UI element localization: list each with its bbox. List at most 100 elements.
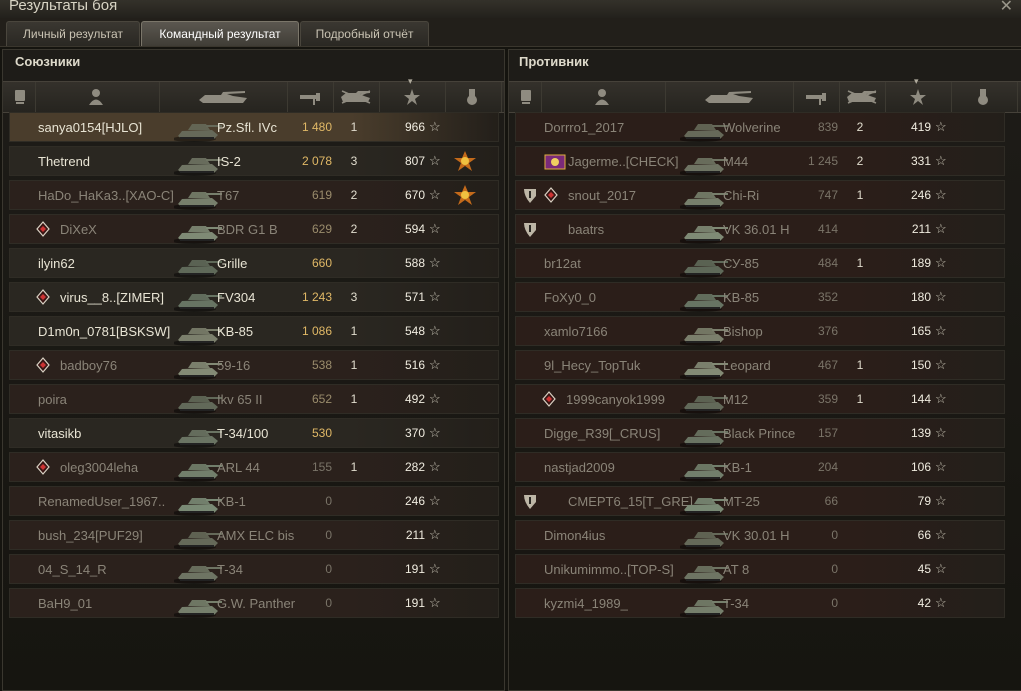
xp-value: 211 [911, 222, 931, 236]
enemy-player-row[interactable]: FoXy0_0 KB-85 352 180 ☆ [515, 282, 1005, 312]
medal-icon [467, 89, 477, 105]
platoon-header[interactable] [7, 82, 36, 112]
tank-silhouette [172, 124, 222, 142]
medal-icon [978, 89, 988, 105]
enemy-player-row[interactable]: snout_2017 Chi-Ri 747 1 246 ☆ [515, 180, 1005, 210]
enemy-player-row[interactable]: 9l_Hecy_TopTuk Leopard 467 1 150 ☆ [515, 350, 1005, 380]
table-header: ▾ [509, 76, 1021, 113]
ally-player-row[interactable]: D1m0n_0781[BSKSW] KB-85 1 086 1 548 ☆ [9, 316, 499, 346]
xp-value: 66 [917, 528, 931, 542]
damage-value: 619 [311, 188, 332, 202]
star-icon: ☆ [429, 187, 441, 202]
ally-player-row[interactable]: HaDo_HaKa3..[XAO-C] T67 619 2 670 ☆ [9, 180, 499, 210]
window-titlebar: Результаты боя ✕ [0, 0, 1021, 18]
xp-value: 594 [404, 222, 425, 236]
enemy-player-row[interactable]: Dimon4ius VK 30.01 H 0 66 ☆ [515, 520, 1005, 550]
tank-silhouette [678, 260, 728, 278]
player-header[interactable] [35, 82, 160, 112]
damage-value: 0 [325, 596, 332, 610]
vehicle-name: Grille [217, 256, 248, 271]
player-icon [595, 89, 609, 105]
tank-silhouette [172, 158, 222, 176]
enemy-player-row[interactable]: Unikumimmo..[TOP-S] AT 8 0 45 ☆ [515, 554, 1005, 584]
diamond-glyph [36, 357, 50, 373]
frags-header[interactable] [839, 82, 886, 112]
vehicle-name: T-34/100 [217, 426, 269, 441]
damage-header[interactable] [287, 82, 334, 112]
close-icon[interactable]: ✕ [1000, 0, 1013, 16]
tank-silhouette [678, 124, 728, 142]
enemy-player-row[interactable]: baatrs VK 36.01 H 414 211 ☆ [515, 214, 1005, 244]
tab-detailed-report[interactable]: Подробный отчёт [300, 21, 429, 46]
star-icon: ☆ [429, 595, 441, 610]
enemy-player-row[interactable]: Dorrro1_2017 Wolverine 839 2 419 ☆ [515, 112, 1005, 142]
platoon-header[interactable] [513, 82, 542, 112]
enemy-player-row[interactable]: nastjad2009 KB-1 204 106 ☆ [515, 452, 1005, 482]
tab-team-result[interactable]: Командный результат [141, 21, 299, 46]
damage-header[interactable] [793, 82, 840, 112]
star-icon: ☆ [935, 595, 947, 610]
enemy-player-row[interactable]: kyzmi4_1989_ T-34 0 42 ☆ [515, 588, 1005, 618]
ally-player-row[interactable]: sanya0154[HJLO] Pz.Sfl. IVc 1 480 1 966 ☆ [9, 112, 499, 142]
xp-header[interactable]: ▾ [885, 76, 952, 112]
vehicle-icon [172, 284, 222, 312]
player-name: snout_2017 [568, 188, 636, 203]
diamond-glyph [544, 187, 558, 203]
clan-emblem-glyph [544, 154, 566, 170]
damage-value: 0 [831, 596, 838, 610]
vehicle-icon [678, 352, 728, 380]
player-name: HaDo_HaKa3..[XAO-C] [38, 188, 174, 203]
enemy-player-row[interactable]: 1999canyok1999 M12 359 1 144 ☆ [515, 384, 1005, 414]
frags-header[interactable] [333, 82, 380, 112]
vehicle-name: M44 [723, 154, 749, 169]
vehicle-header[interactable] [159, 82, 288, 112]
enemy-player-row[interactable]: CMEPT6_15[T_GRE] MT-25 66 79 ☆ [515, 486, 1005, 516]
vehicle-icon [678, 250, 728, 278]
ally-player-row[interactable]: Thetrend IS-2 2 078 3 807 ☆ [9, 146, 499, 176]
star-icon: ☆ [429, 357, 441, 372]
vehicle-name: BDR G1 B [217, 222, 278, 237]
vehicle-icon [678, 420, 728, 448]
tab-personal-result[interactable]: Личный результат [6, 21, 140, 46]
ally-player-row[interactable]: DiXeX BDR G1 B 629 2 594 ☆ [9, 214, 499, 244]
medal-header[interactable] [951, 82, 1018, 112]
vehicle-name: Chi-Ri [723, 188, 760, 203]
enemy-player-row[interactable]: Digge_R39[_CRUS] Black Prince 157 139 ☆ [515, 418, 1005, 448]
ally-player-row[interactable]: badboy76 59-16 538 1 516 ☆ [9, 350, 499, 380]
ally-player-row[interactable]: 04_S_14_R T-34 0 191 ☆ [9, 554, 499, 584]
xp-header[interactable]: ▾ [379, 76, 446, 112]
ally-player-row[interactable]: virus__8..[ZIMER] FV304 1 243 3 571 ☆ [9, 282, 499, 312]
xp-value: 211 [405, 528, 425, 542]
player-header[interactable] [541, 82, 666, 112]
ally-player-row[interactable]: vitasikb T-34/100 530 370 ☆ [9, 418, 499, 448]
medal-header[interactable] [445, 82, 502, 112]
vehicle-name: KB-1 [217, 494, 246, 509]
enemy-player-row[interactable]: br12at СУ-85 484 1 189 ☆ [515, 248, 1005, 278]
enemy-player-row[interactable]: xamlo7166 Bishop 376 165 ☆ [515, 316, 1005, 346]
ally-player-row[interactable]: poira Ikv 65 II 652 1 492 ☆ [9, 384, 499, 414]
player-name: virus__8..[ZIMER] [60, 290, 165, 305]
vehicle-icon [172, 420, 222, 448]
xp-value: 548 [404, 324, 425, 338]
tank-silhouette [678, 362, 728, 380]
ally-player-row[interactable]: BaH9_01 G.W. Panther 0 191 ☆ [9, 588, 499, 618]
ally-player-row[interactable]: bush_234[PUF29] AMX ELC bis 0 211 ☆ [9, 520, 499, 550]
star-icon: ☆ [935, 255, 947, 270]
vehicle-icon [172, 590, 222, 618]
vehicle-name: KB-85 [723, 290, 760, 305]
player-name: Dimon4ius [544, 528, 606, 543]
ally-player-row[interactable]: oleg3004leha ARL 44 155 1 282 ☆ [9, 452, 499, 482]
table-header: ▾ [3, 76, 504, 113]
damage-value: 0 [831, 528, 838, 542]
ally-player-row[interactable]: RenamedUser_1967.. KB-1 0 246 ☆ [9, 486, 499, 516]
frags-value: 1 [350, 358, 358, 372]
vehicle-icon [678, 284, 728, 312]
vehicle-icon [172, 454, 222, 482]
xp-value: 516 [404, 358, 425, 372]
vehicle-name: Wolverine [723, 120, 781, 135]
enemy-player-row[interactable]: Jagerme..[CHECK] M44 1 245 2 331 ☆ [515, 146, 1005, 176]
ally-player-row[interactable]: ilyin62 Grille 660 588 ☆ [9, 248, 499, 278]
damage-value: 467 [817, 358, 838, 372]
vehicle-header[interactable] [665, 82, 794, 112]
frags-value: 1 [856, 188, 864, 202]
